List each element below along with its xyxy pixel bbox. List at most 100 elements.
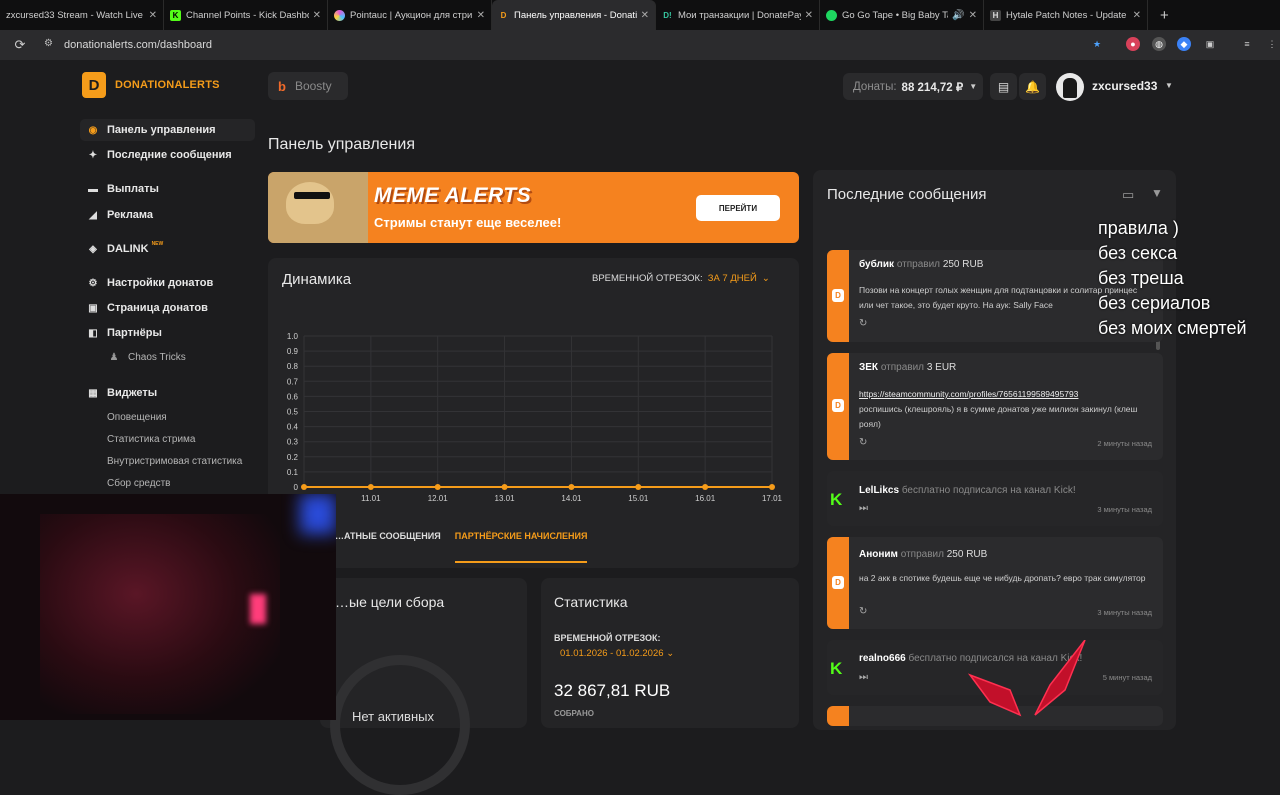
rule-line: без секса (1098, 243, 1178, 263)
sidebar-item-instream-stats[interactable]: Внутристримовая статистика (80, 450, 255, 472)
donats-balance[interactable]: Донаты: 88 214,72 ₽ ▼ (843, 73, 983, 100)
browser-tab[interactable]: zxcursed33 Stream - Watch Live ✕ (0, 0, 164, 30)
message-verb: отправил (896, 259, 941, 270)
skip-icon[interactable]: ⏭ (859, 672, 868, 683)
extension-icon[interactable]: ◆ (1177, 37, 1191, 51)
browser-tab-active[interactable]: D Панель управления - DonationAlerts ✕ (492, 0, 656, 30)
tab-messages[interactable]: …АТНЫЕ СООБЩЕНИЯ (335, 531, 441, 541)
close-icon[interactable]: ✕ (641, 10, 649, 21)
sidebar-item-widgets[interactable]: ▦ Виджеты (80, 382, 255, 404)
replay-icon[interactable]: ↻ (859, 318, 867, 329)
message-time: 3 минуты назад (1097, 608, 1152, 617)
extension-icon[interactable]: ◍ (1152, 37, 1166, 51)
bell-icon[interactable]: 🔔 (1019, 73, 1046, 100)
sidebar-item-label: Оповещения (107, 411, 167, 423)
browser-tab[interactable]: H Hytale Patch Notes - Update 1 ✕ (984, 0, 1148, 30)
chevron-down-icon[interactable]: ▼ (1165, 81, 1173, 90)
browser-tab[interactable]: Pointauc | Аукцион для стримеров ✕ (328, 0, 492, 30)
sidebar-item-payouts[interactable]: ▬ Выплаты (80, 178, 255, 200)
close-icon[interactable]: ✕ (149, 10, 157, 21)
tab-title: Hytale Patch Notes - Update 1 (1006, 9, 1129, 21)
sidebar-item-donation-settings[interactable]: ⚙ Настройки донатов (80, 272, 255, 294)
kick-icon: K (170, 9, 181, 21)
boosty-button[interactable]: b Boosty (268, 72, 348, 100)
chevron-down-icon: ⌄ (761, 273, 770, 284)
chevron-down-icon: ⌄ (666, 648, 675, 659)
dynamics-chart: 00.10.20.30.40.50.60.70.80.91.0 10.0111.… (287, 332, 783, 503)
replay-icon[interactable]: ↻ (859, 606, 867, 617)
y-tick-label: 0.3 (287, 438, 299, 447)
message-item: D Аноним отправил 250 RUB на 2 акк в спо… (827, 537, 1163, 629)
bookmark-star-icon[interactable]: ★ (1090, 37, 1104, 51)
new-tab-button[interactable]: + (1148, 7, 1181, 24)
y-tick-label: 0.9 (287, 347, 299, 356)
sidebar-item-label: Статистика стрима (107, 433, 196, 445)
message-item: K LelLikcs бесплатно подписался на канал… (827, 471, 1163, 526)
sidebar-item-dashboard[interactable]: ◉ Панель управления (80, 119, 255, 141)
banner-subtitle: Стримы станут еще веселее! (374, 215, 562, 230)
replay-icon[interactable]: ↻ (859, 437, 867, 448)
site-info-icon[interactable]: ⚙ (44, 38, 53, 49)
close-icon[interactable]: ✕ (969, 10, 977, 21)
sidebar-item-donation-page[interactable]: ▣ Страница донатов (80, 297, 255, 319)
donats-value: 88 214,72 ₽ (901, 81, 964, 94)
donationalerts-icon: D (500, 10, 507, 20)
sidebar-item-label: Партнёры (107, 327, 162, 339)
banner-go-button[interactable]: ПЕРЕЙТИ (696, 195, 780, 221)
close-icon[interactable]: ✕ (805, 10, 813, 21)
sidebar-item-stream-stats[interactable]: Статистика стрима (80, 428, 255, 450)
url-field[interactable]: donationalerts.com/dashboard (64, 39, 212, 51)
tab-title: Channel Points - Kick Dashboard (186, 9, 309, 21)
sidebar-item-label: Выплаты (107, 183, 159, 195)
sender-name: бублик (859, 259, 895, 270)
y-tick-label: 1.0 (287, 332, 299, 341)
sidebar-item-fundraising[interactable]: Сбор средств (80, 472, 255, 494)
gear-icon: ⚙ (88, 277, 98, 289)
logo-text: DONATIONALERTS (115, 79, 220, 91)
kebab-menu-icon[interactable]: ⋮ (1265, 37, 1279, 51)
message-link[interactable]: https://steamcommunity.com/profiles/7656… (859, 389, 1078, 399)
close-icon[interactable]: ✕ (477, 10, 485, 21)
rule-line: без сериалов (1098, 293, 1211, 313)
browser-tab[interactable]: Go Go Tape • Big Baby Tape 🔊 ✕ (820, 0, 984, 30)
browser-tab[interactable]: K Channel Points - Kick Dashboard ✕ (164, 0, 328, 30)
star-icon: ✦ (88, 149, 98, 161)
sidebar-item-label: Внутристримовая статистика (107, 455, 243, 467)
sender-name: realno666 (859, 653, 906, 664)
sidebar-item-chaos-tricks[interactable]: ♟ Chaos Tricks (80, 346, 255, 368)
speaker-icon: 🔊 (952, 9, 965, 21)
sidebar-item-partners[interactable]: ◧ Партнёры (80, 322, 255, 344)
skip-icon[interactable]: ⏭ (859, 503, 868, 514)
sidebar-item-ads[interactable]: ◢ Реклама (80, 204, 255, 226)
x-tick-label: 17.01 (762, 494, 783, 503)
goals-empty-text: Нет активных (352, 709, 434, 724)
close-icon[interactable]: ✕ (313, 10, 321, 21)
sidebar-item-dalink[interactable]: ◈ DALINK NEW (80, 238, 255, 260)
username[interactable]: zxcursed33 (1092, 79, 1157, 93)
cast-icon[interactable]: ▭ (1122, 187, 1134, 203)
sidebar-item-messages[interactable]: ✦ Последние сообщения (80, 144, 255, 166)
message-time: 2 минуты назад (1097, 439, 1152, 448)
tab-partner-credits[interactable]: ПАРТНЁРСКИЕ НАЧИСЛЕНИЯ (454, 531, 587, 563)
puzzle-extensions-icon[interactable]: ▣ (1203, 37, 1217, 51)
sidebar-item-alerts[interactable]: Оповещения (80, 406, 255, 428)
data-point (702, 484, 709, 490)
period-selector[interactable]: ВРЕМЕННОЙ ОТРЕЗОК: ЗА 7 ДНЕЙ ⌄ (592, 273, 770, 284)
card-icon: ▬ (88, 183, 98, 195)
puzzle-icon: ♟ (109, 351, 119, 363)
browser-tab[interactable]: D! Мои транзакции | DonatePay ✕ (656, 0, 820, 30)
meme-alerts-banner[interactable]: MEME ALERTS Стримы станут еще веселее! П… (268, 172, 799, 243)
data-point (635, 484, 642, 490)
logo[interactable]: D DONATIONALERTS (82, 72, 220, 98)
extension-icon[interactable]: ● (1126, 37, 1140, 51)
menu-lines-icon[interactable]: ≡ (1240, 37, 1254, 51)
close-icon[interactable]: ✕ (1133, 10, 1141, 21)
red-wings-overlay (967, 640, 1086, 717)
avatar[interactable] (1056, 73, 1084, 101)
x-tick-label: 16.01 (695, 494, 716, 503)
y-tick-label: 0 (294, 483, 299, 492)
filter-icon[interactable]: ▼ (1151, 186, 1163, 200)
reload-icon[interactable]: ⟳ (0, 37, 40, 53)
stats-period-selector[interactable]: 01.01.2026 - 01.02.2026 ⌄ (560, 648, 674, 659)
transactions-icon[interactable]: ▤ (990, 73, 1017, 100)
